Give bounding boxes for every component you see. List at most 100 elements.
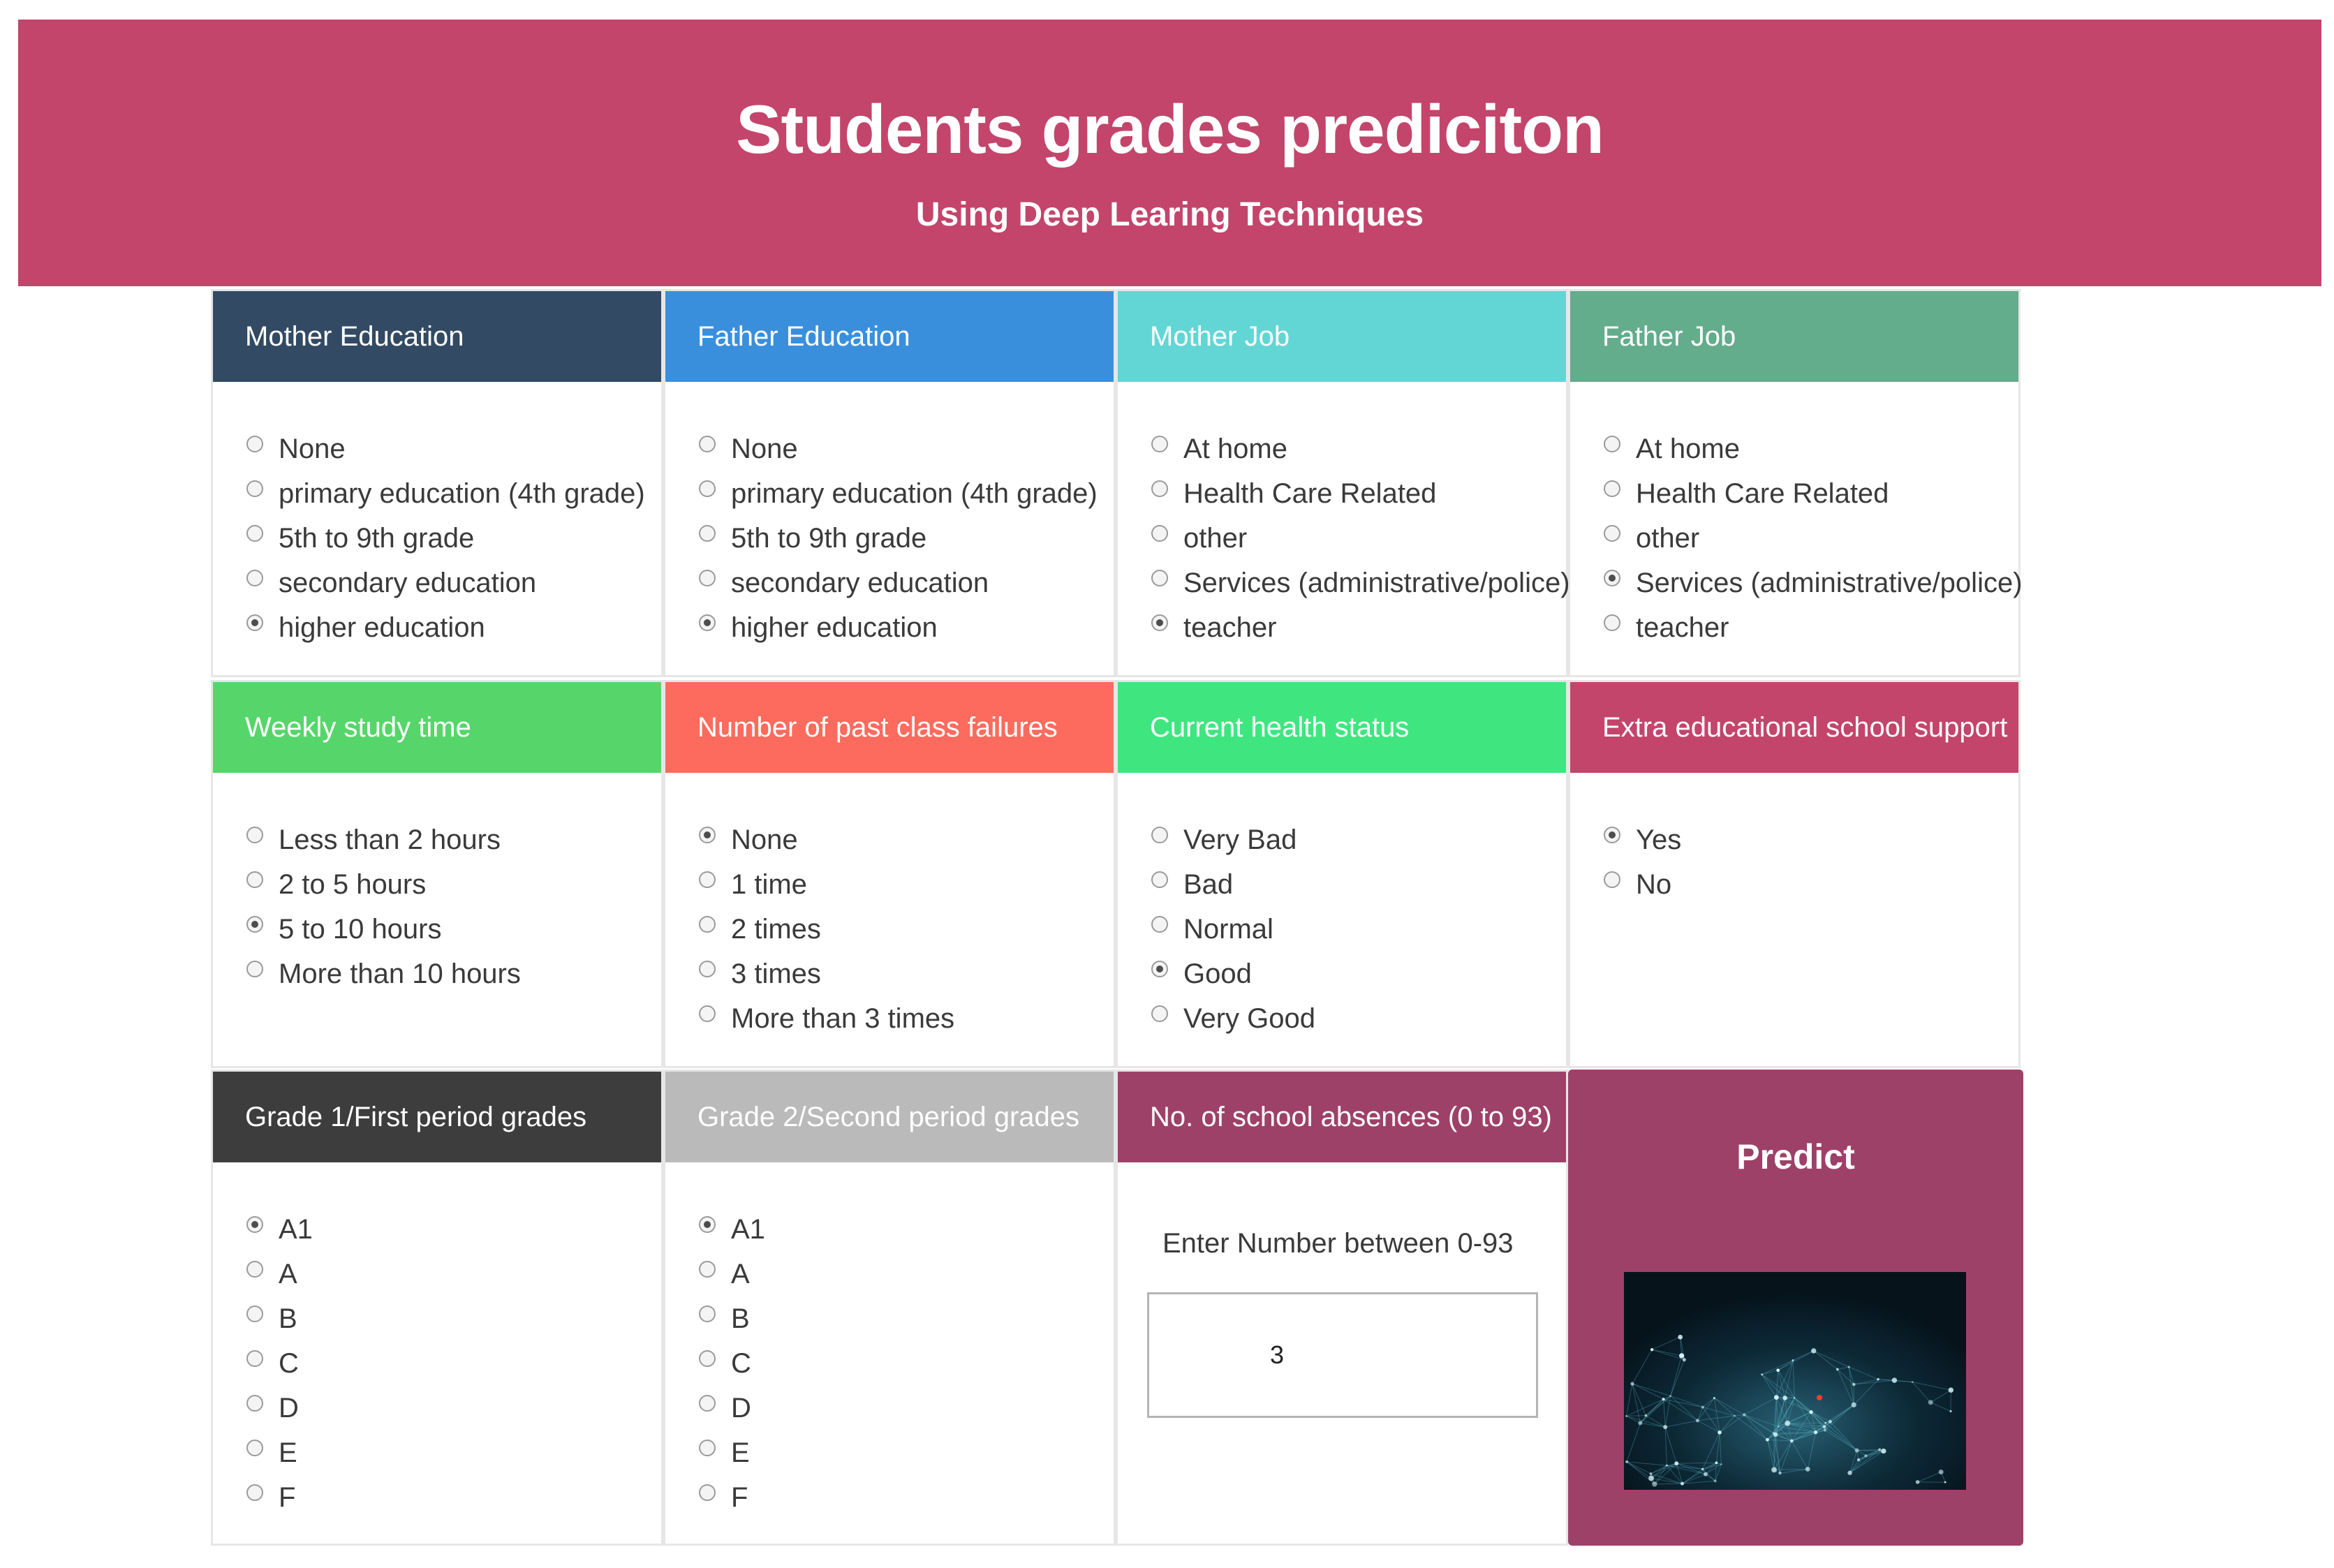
radio-option[interactable]: 2 to 5 hours — [246, 862, 521, 907]
predict-button[interactable]: Predict — [1568, 1139, 2023, 1174]
radio-button[interactable] — [246, 570, 263, 586]
radio-option[interactable]: other — [1604, 516, 2023, 561]
radio-option[interactable]: A1 — [246, 1207, 313, 1252]
radio-option[interactable]: 1 time — [699, 862, 954, 907]
radio-button[interactable] — [246, 1306, 263, 1322]
radio-option[interactable]: A1 — [699, 1207, 765, 1252]
radio-button[interactable] — [699, 436, 716, 452]
radio-button[interactable] — [699, 961, 716, 977]
radio-option[interactable]: 3 times — [699, 952, 954, 996]
radio-button[interactable] — [246, 525, 263, 542]
radio-option[interactable]: Health Care Related — [1604, 471, 2023, 516]
radio-button[interactable] — [246, 1484, 263, 1501]
radio-button[interactable] — [246, 1261, 263, 1278]
radio-option[interactable]: primary education (4th grade) — [699, 471, 1098, 516]
radio-option[interactable]: None — [246, 427, 645, 471]
radio-button[interactable] — [1151, 436, 1168, 452]
radio-button[interactable] — [699, 480, 716, 497]
radio-option[interactable]: C — [246, 1341, 313, 1386]
radio-option[interactable]: A — [246, 1252, 313, 1296]
radio-button[interactable] — [699, 1484, 716, 1501]
radio-button[interactable] — [1151, 570, 1168, 586]
radio-button[interactable] — [1151, 614, 1168, 631]
radio-button[interactable] — [246, 1395, 263, 1412]
radio-option[interactable]: D — [246, 1386, 313, 1430]
radio-button[interactable] — [1604, 871, 1620, 888]
radio-button[interactable] — [246, 436, 263, 452]
radio-option[interactable]: Very Good — [1151, 996, 1315, 1041]
radio-button[interactable] — [246, 1350, 263, 1367]
radio-option[interactable]: C — [699, 1341, 765, 1386]
radio-option[interactable]: E — [246, 1430, 313, 1475]
radio-button[interactable] — [1151, 1005, 1168, 1022]
radio-option[interactable]: 5th to 9th grade — [699, 516, 1098, 561]
radio-button[interactable] — [246, 961, 263, 977]
radio-option[interactable]: primary education (4th grade) — [246, 471, 645, 516]
radio-option[interactable]: secondary education — [246, 561, 645, 605]
radio-button[interactable] — [1604, 525, 1620, 542]
radio-option[interactable]: B — [246, 1296, 313, 1341]
radio-option[interactable]: More than 10 hours — [246, 952, 521, 996]
radio-button[interactable] — [246, 1216, 263, 1233]
radio-option[interactable]: Normal — [1151, 907, 1315, 952]
radio-option[interactable]: At home — [1604, 427, 2023, 471]
radio-button[interactable] — [699, 570, 716, 586]
radio-option[interactable]: Less than 2 hours — [246, 818, 521, 862]
radio-option[interactable]: More than 3 times — [699, 996, 954, 1041]
radio-option[interactable]: B — [699, 1296, 765, 1341]
radio-option[interactable]: At home — [1151, 427, 1570, 471]
radio-option[interactable]: Yes — [1604, 818, 1681, 862]
radio-option[interactable]: secondary education — [699, 561, 1098, 605]
radio-option[interactable]: teacher — [1151, 605, 1570, 650]
radio-button[interactable] — [699, 1350, 716, 1367]
radio-button[interactable] — [1604, 614, 1620, 631]
radio-button[interactable] — [699, 871, 716, 888]
radio-option[interactable]: 5th to 9th grade — [246, 516, 645, 561]
radio-button[interactable] — [699, 1005, 716, 1022]
radio-button[interactable] — [246, 871, 263, 888]
radio-button[interactable] — [1151, 871, 1168, 888]
radio-button[interactable] — [699, 916, 716, 933]
radio-option[interactable]: None — [699, 818, 954, 862]
radio-option[interactable]: teacher — [1604, 605, 2023, 650]
radio-option[interactable]: D — [699, 1386, 765, 1430]
radio-option[interactable]: F — [246, 1475, 313, 1520]
radio-option[interactable]: higher education — [699, 605, 1098, 650]
radio-button[interactable] — [1604, 436, 1620, 452]
radio-button[interactable] — [699, 614, 716, 631]
radio-option[interactable]: other — [1151, 516, 1570, 561]
radio-button[interactable] — [699, 1395, 716, 1412]
radio-option[interactable]: Health Care Related — [1151, 471, 1570, 516]
radio-button[interactable] — [699, 525, 716, 542]
radio-button[interactable] — [699, 1216, 716, 1233]
radio-option[interactable]: Very Bad — [1151, 818, 1315, 862]
absences-input[interactable] — [1147, 1292, 1538, 1418]
radio-option[interactable]: None — [699, 427, 1098, 471]
radio-button[interactable] — [246, 916, 263, 933]
radio-option[interactable]: A — [699, 1252, 765, 1296]
radio-option[interactable]: higher education — [246, 605, 645, 650]
radio-button[interactable] — [1604, 570, 1620, 586]
radio-button[interactable] — [1604, 827, 1620, 843]
radio-button[interactable] — [1151, 916, 1168, 933]
radio-option[interactable]: No — [1604, 862, 1681, 907]
radio-button[interactable] — [1604, 480, 1620, 497]
radio-option[interactable]: F — [699, 1475, 765, 1520]
radio-option[interactable]: Good — [1151, 952, 1315, 996]
radio-button[interactable] — [699, 827, 716, 843]
radio-button[interactable] — [246, 827, 263, 843]
radio-button[interactable] — [699, 1306, 716, 1322]
radio-button[interactable] — [1151, 961, 1168, 977]
radio-button[interactable] — [1151, 525, 1168, 542]
radio-button[interactable] — [246, 1440, 263, 1456]
radio-option[interactable]: Bad — [1151, 862, 1315, 907]
radio-button[interactable] — [1151, 827, 1168, 843]
radio-button[interactable] — [699, 1440, 716, 1456]
radio-button[interactable] — [246, 480, 263, 497]
radio-button[interactable] — [1151, 480, 1168, 497]
radio-option[interactable]: E — [699, 1430, 765, 1475]
radio-option[interactable]: 5 to 10 hours — [246, 907, 521, 952]
radio-option[interactable]: Services (administrative/police) — [1604, 561, 2023, 605]
radio-button[interactable] — [246, 614, 263, 631]
radio-button[interactable] — [699, 1261, 716, 1278]
